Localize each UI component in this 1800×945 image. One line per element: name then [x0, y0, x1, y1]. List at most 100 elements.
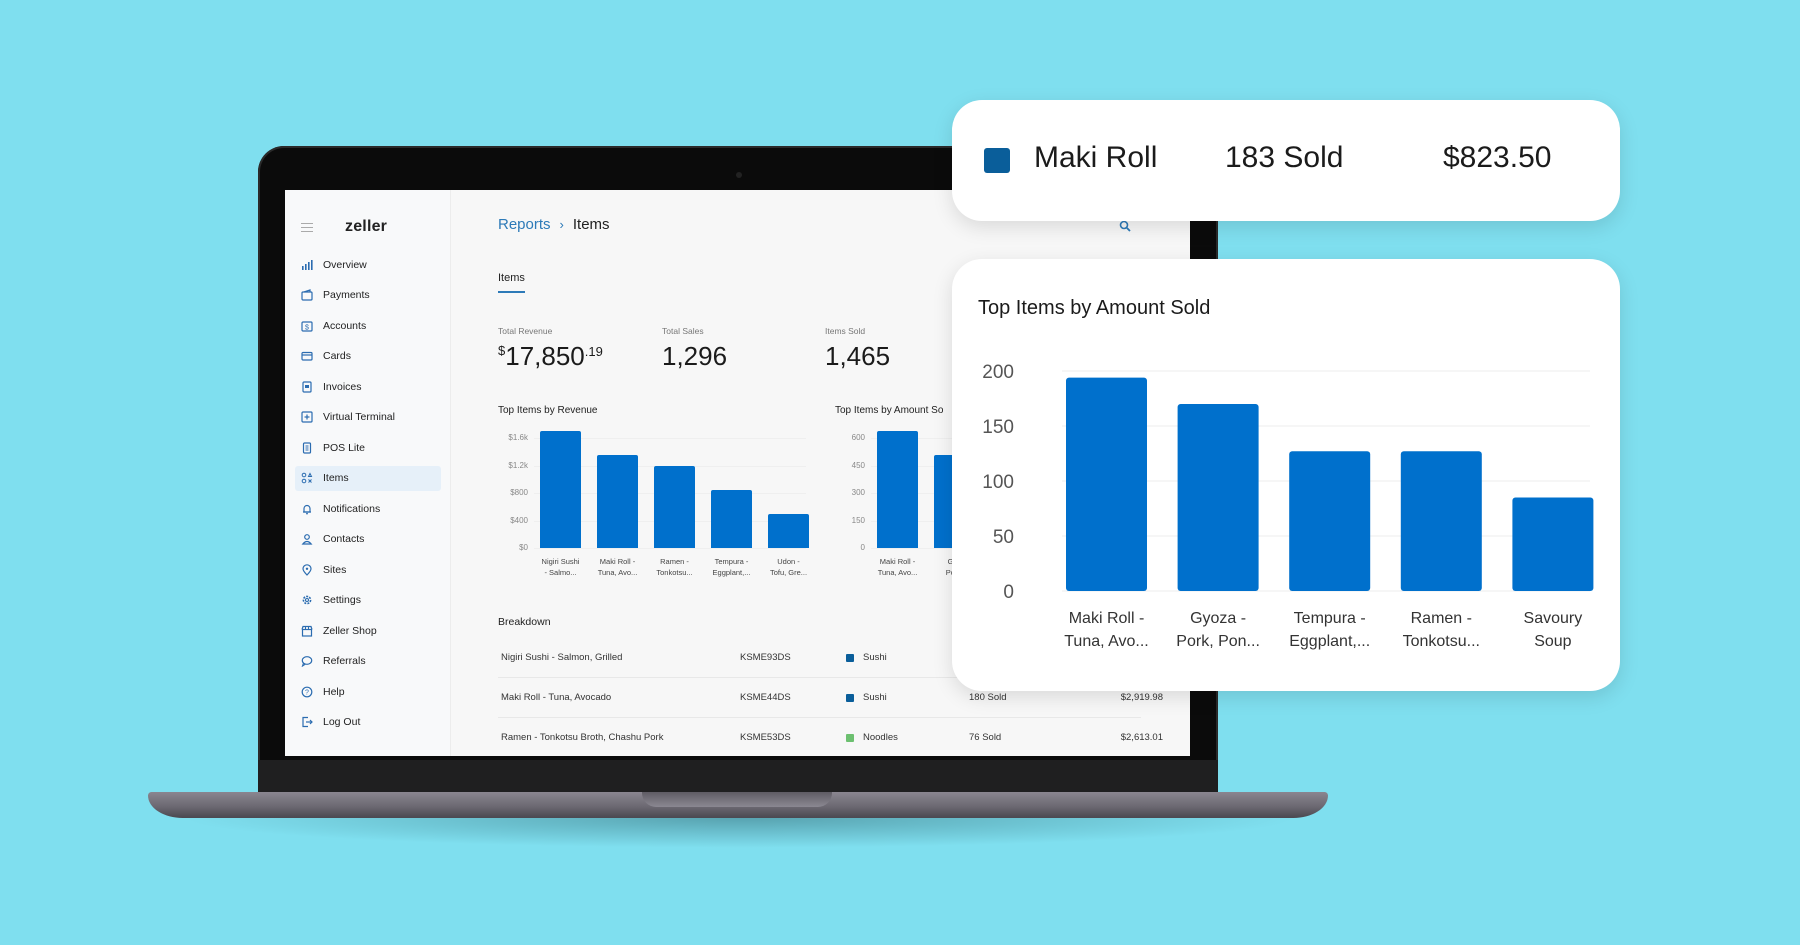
x-tick-label: Maki Roll - — [1069, 610, 1145, 627]
table-row[interactable]: Ramen - Tonkotsu Broth, Chashu Pork KSME5… — [498, 718, 1163, 756]
y-tick-label: 150 — [851, 515, 865, 525]
category-cell: Sushi — [846, 652, 887, 663]
amount-cell: $2,919.98 — [1120, 692, 1163, 703]
revenue-whole: 17,850 — [505, 341, 585, 371]
sidebar-item-cards[interactable]: Cards — [295, 344, 441, 369]
category-label: Noodles — [863, 732, 898, 743]
bar[interactable] — [877, 430, 918, 548]
x-tick-label: Nigiri Sushi - Salmo... — [541, 557, 580, 577]
y-tick-label: $400 — [510, 515, 528, 525]
sidebar-item-log-out[interactable]: Log Out — [295, 710, 441, 735]
laptop-base — [148, 792, 1328, 818]
bar[interactable] — [1400, 451, 1482, 591]
laptop-notch — [642, 792, 832, 807]
sidebar-item-items[interactable]: Items — [295, 465, 441, 491]
category-color-swatch — [846, 733, 854, 742]
item-sold: 183 Sold — [1225, 141, 1344, 174]
sidebar-item-zeller-shop[interactable]: Zeller Shop — [295, 618, 441, 643]
person-icon — [301, 533, 313, 545]
credit-card-icon — [301, 350, 313, 362]
sidebar-item-settings[interactable]: Settings — [295, 588, 441, 613]
y-tick-label: $800 — [510, 488, 528, 497]
y-tick-label: 0 — [1003, 582, 1014, 603]
stat-total-sales: Total Sales 1,296 — [662, 326, 727, 372]
x-tick-label: Maki Roll - Tuna, Avo... — [597, 557, 638, 577]
bar[interactable] — [1177, 404, 1259, 591]
sidebar-item-invoices[interactable]: Invoices — [295, 374, 441, 399]
stat-label: Total Sales — [662, 326, 704, 336]
bar[interactable] — [597, 455, 638, 548]
y-tick-label: $1.6k — [508, 433, 528, 442]
bar[interactable] — [654, 465, 695, 548]
stat-total-revenue: Total Revenue $17,850.19 — [498, 326, 603, 372]
y-tick-label: 200 — [982, 362, 1014, 383]
item-summary-card: Maki Roll 183 Sold $823.50 — [952, 100, 1620, 221]
x-tick-label: Eggplant,... — [1289, 633, 1370, 650]
sidebar-item-payments[interactable]: Payments — [295, 283, 441, 308]
stat-label: Items Sold — [825, 326, 866, 336]
sku-cell: KSME93DS — [740, 652, 791, 663]
sidebar-item-label: Zeller Shop — [323, 624, 377, 637]
gridline — [534, 548, 806, 549]
item-name-cell: Nigiri Sushi - Salmon, Grilled — [501, 652, 623, 663]
dollar-account-icon: $ — [301, 320, 313, 332]
tab-items[interactable]: Items — [498, 272, 525, 293]
item-amount: $823.50 — [1443, 141, 1552, 174]
sidebar-nav: Overview Payments $ Accounts Cards Invoices Vi… — [295, 252, 441, 740]
sidebar-item-label: Referrals — [323, 655, 366, 667]
bar[interactable] — [711, 489, 752, 548]
bar-chart-icon — [301, 259, 313, 271]
laptop-shadow — [180, 818, 1300, 848]
category-label: Sushi — [863, 652, 887, 663]
item-name: Maki Roll — [1034, 141, 1158, 174]
y-tick-label: 450 — [851, 460, 865, 470]
store-icon — [301, 625, 313, 637]
sidebar-item-label: Invoices — [323, 380, 362, 393]
sidebar-item-label: Sites — [323, 563, 347, 576]
y-tick-label: $0 — [519, 543, 528, 552]
sidebar-item-label: Log Out — [323, 716, 361, 728]
svg-text:?: ? — [305, 689, 309, 696]
sidebar-item-label: Help — [323, 685, 345, 698]
x-tick-label: Savoury — [1524, 610, 1583, 627]
stat-items-sold: Items Sold 1,465 — [825, 326, 890, 372]
bar[interactable] — [768, 513, 809, 548]
help-circle-icon: ? — [301, 686, 313, 698]
bar[interactable] — [1512, 497, 1594, 592]
y-tick-label: 0 — [860, 543, 865, 552]
sidebar-item-accounts[interactable]: $ Accounts — [295, 313, 441, 338]
bar[interactable] — [540, 431, 581, 548]
log-out-icon — [301, 716, 313, 728]
hamburger-menu-icon[interactable] — [301, 223, 313, 232]
sidebar-item-label: Settings — [323, 594, 361, 606]
item-name-cell: Maki Roll - Tuna, Avocado — [501, 692, 612, 703]
sidebar-item-sites[interactable]: Sites — [295, 557, 441, 582]
sidebar-item-help[interactable]: ? Help — [295, 679, 441, 704]
bar[interactable] — [1066, 377, 1147, 591]
category-label: Sushi — [863, 692, 887, 703]
y-tick-label: 100 — [982, 472, 1014, 493]
x-tick-label: Ramen - Tonkotsu... — [656, 557, 693, 577]
x-tick-label: Tempura - Eggplant,... — [712, 557, 751, 577]
wallet-icon — [301, 289, 313, 301]
revenue-chart: $0 $400 $800 $1.2k $1.6k Nigiri Sushi - Salmo.… — [498, 422, 809, 577]
invoice-icon — [301, 380, 313, 393]
stat-value: 1,296 — [662, 341, 728, 371]
sidebar-item-notifications[interactable]: Notifications — [295, 496, 441, 521]
sidebar-item-contacts[interactable]: Contacts — [295, 527, 441, 552]
pos-device-icon — [301, 441, 313, 454]
gear-icon — [301, 594, 313, 606]
x-tick-label: Maki Roll - Tuna, Avo... — [877, 557, 918, 577]
sidebar-item-pos-lite[interactable]: POS Lite — [295, 435, 441, 460]
breadcrumb-reports-link[interactable]: Reports — [498, 216, 551, 233]
bar[interactable] — [1289, 451, 1371, 591]
sidebar-item-overview[interactable]: Overview — [295, 252, 441, 277]
x-tick-label: Tuna, Avo... — [1064, 633, 1149, 650]
sidebar-item-virtual-terminal[interactable]: Virtual Terminal — [295, 405, 441, 430]
sidebar-item-label: Items — [323, 472, 349, 484]
breakdown-title: Breakdown — [498, 616, 551, 628]
zeller-logo[interactable]: zeller — [345, 218, 387, 236]
sidebar-item-referrals[interactable]: Referrals — [295, 649, 441, 674]
sidebar-item-label: POS Lite — [323, 441, 366, 454]
sidebar: zeller Overview Payments $ Accounts Cards Inv… — [285, 190, 451, 756]
